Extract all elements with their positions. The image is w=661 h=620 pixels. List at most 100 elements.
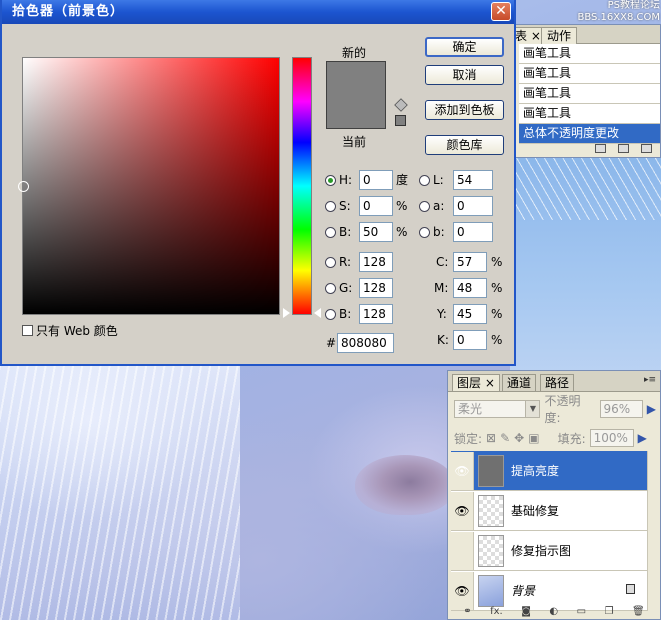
cyan-input[interactable]: 57 [453,252,487,272]
green-radio[interactable] [325,282,336,294]
eye-icon[interactable]: 👁 [451,451,474,490]
brightness-input[interactable]: 50 [359,222,393,242]
opacity-input[interactable]: 96% [599,400,643,418]
tab-paths[interactable]: 路径 [540,374,575,391]
brightness-label: B: [339,225,352,239]
trash-icon[interactable] [641,143,652,153]
hue-radio[interactable] [325,174,336,186]
magenta-input[interactable]: 48 [453,278,487,298]
lock-paint-icon[interactable]: ✎ [500,431,510,445]
lab-b-option[interactable]: b: [419,222,445,242]
blue-input[interactable]: 128 [359,304,393,324]
hue-option[interactable]: H: [325,170,352,190]
color-libraries-button[interactable]: 颜色库 [425,135,504,155]
ok-button[interactable]: 确定 [425,37,504,57]
hue-label: H: [339,173,353,187]
lab-l-radio[interactable] [419,174,430,186]
yellow-unit: % [491,307,503,321]
brightness-radio[interactable] [325,226,336,238]
fill-input[interactable]: 100% [589,429,634,447]
black-label: K: [437,333,449,347]
web-safe-cube-icon[interactable] [394,98,408,112]
blend-mode-select[interactable]: 柔光 ▼ [454,400,541,418]
red-option[interactable]: R: [325,252,351,272]
new-document-icon[interactable] [595,143,606,153]
history-item[interactable]: 画笔工具 [519,84,660,104]
history-item[interactable]: 画笔工具 [519,64,660,84]
cancel-button[interactable]: 取消 [425,65,504,85]
new-color-swatch [326,61,386,95]
web-only-option[interactable]: 只有 Web 颜色 [22,322,118,338]
lock-label: 锁定: [454,431,483,446]
tab-actions[interactable]: 动作 [541,27,578,44]
red-radio[interactable] [325,256,336,268]
lab-a-radio[interactable] [419,200,430,212]
opacity-label: 不透明度: [544,394,581,425]
adjustment-icon[interactable]: ◐ [549,606,558,617]
web-only-checkbox[interactable] [22,324,33,336]
current-color-swatch[interactable] [326,95,386,129]
lab-l-input[interactable]: 54 [453,170,493,190]
lab-l-option[interactable]: L: [419,170,444,190]
blue-radio[interactable] [325,308,336,320]
hue-slider[interactable] [292,57,312,315]
black-input[interactable]: 0 [453,330,487,350]
lock-transparent-icon[interactable]: ⊠ [486,431,496,445]
new-layer-icon[interactable]: ❐ [605,606,614,617]
lock-fill-row: 锁定: ⊠ ✎ ✥ ▣ 填充: 100% ▶ [454,428,656,448]
layer-row[interactable]: 👁 修复指示图 [451,531,647,571]
yellow-input[interactable]: 45 [453,304,487,324]
eye-icon[interactable]: 👁 [451,531,474,570]
brightness-option[interactable]: B: [325,222,351,242]
layers-scrollbar[interactable] [647,451,658,611]
web-safe-swatch[interactable] [395,115,406,126]
color-marker[interactable] [18,181,29,192]
black-unit: % [491,333,503,347]
group-icon[interactable]: ▭ [577,606,586,617]
dialog-title: 拾色器（前景色） [2,0,514,24]
eye-icon[interactable]: 👁 [451,491,474,530]
snapshot-icon[interactable] [618,143,629,153]
trash-icon[interactable]: 🗑 [632,606,645,617]
saturation-radio[interactable] [325,200,336,212]
lock-all-icon[interactable]: ▣ [528,431,539,445]
tab-channels[interactable]: 通道 [502,374,537,391]
hue-input[interactable]: 0 [359,170,393,190]
hex-input[interactable]: 808080 [337,333,394,353]
lab-b-input[interactable]: 0 [453,222,493,242]
blend-mode-value: 柔光 [458,402,483,416]
red-input[interactable]: 128 [359,252,393,272]
saturation-input[interactable]: 0 [359,196,393,216]
hue-unit: 度 [396,173,409,187]
add-to-swatches-button[interactable]: 添加到色板 [425,100,504,120]
lab-b-radio[interactable] [419,226,430,238]
magenta-label: M: [434,281,449,295]
close-button[interactable]: ✕ [491,2,511,21]
saturation-brightness-field[interactable] [18,57,280,315]
color-picker-dialog: 拾色器（前景色） ✕ 只有 Web 颜色 新的 当前 确定 取消 添加到色板 颜… [0,0,516,366]
green-option[interactable]: G: [325,278,352,298]
fill-arrow-icon[interactable]: ▶ [638,431,647,445]
opacity-arrow-icon[interactable]: ▶ [647,402,656,416]
history-footer [513,139,660,157]
hue-slider-handle-right[interactable] [314,308,321,318]
cyan-label: C: [436,255,449,269]
mask-icon[interactable]: ◙ [521,606,531,617]
history-item[interactable]: 画笔工具 [519,44,660,64]
fx-icon[interactable]: fx. [490,606,503,617]
green-input[interactable]: 128 [359,278,393,298]
layer-row[interactable]: 👁 提高亮度 [451,451,647,491]
green-label: G: [339,281,353,295]
web-only-label: 只有 Web 颜色 [36,323,118,338]
lab-a-input[interactable]: 0 [453,196,493,216]
lock-move-icon[interactable]: ✥ [514,431,524,445]
tab-layers[interactable]: 图层 × [452,374,500,391]
layer-row[interactable]: 👁 基础修复 [451,491,647,531]
link-icon[interactable]: ⚭ [463,606,471,617]
panel-menu-icon[interactable]: ▸≡ [644,375,656,385]
hue-slider-handle-left[interactable] [283,308,290,318]
lab-a-option[interactable]: a: [419,196,444,216]
history-item[interactable]: 画笔工具 [519,104,660,124]
blue-option[interactable]: B: [325,304,351,324]
saturation-option[interactable]: S: [325,196,351,216]
